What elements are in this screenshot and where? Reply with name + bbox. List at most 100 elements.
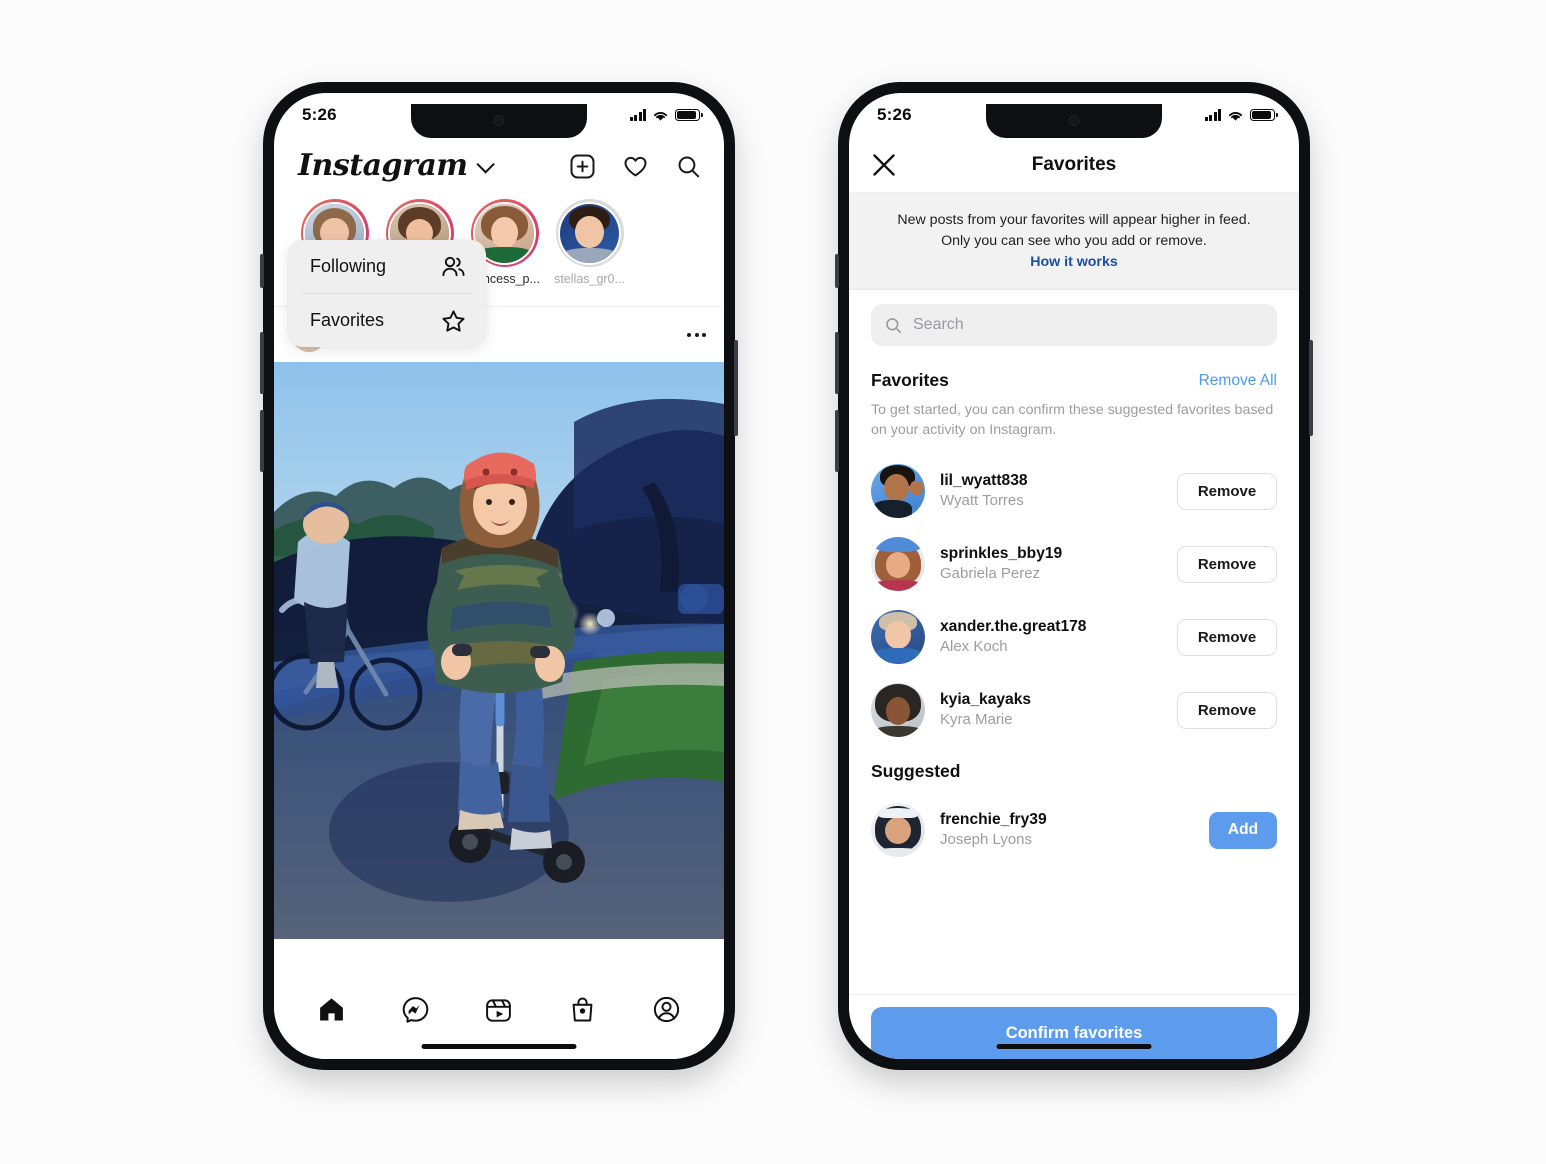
section-title: Favorites: [871, 370, 949, 391]
avatar[interactable]: [871, 464, 925, 518]
list-item-text: frenchie_fry39 Joseph Lyons: [940, 810, 1194, 849]
list-item[interactable]: lil_wyatt838 Wyatt Torres Remove: [849, 455, 1299, 528]
favorites-header: Favorites: [849, 137, 1299, 193]
favorites-section-header: Favorites Remove All: [849, 356, 1299, 391]
favorites-list: lil_wyatt838 Wyatt Torres Remove sprinkl…: [849, 445, 1299, 747]
post-image: [274, 362, 724, 939]
home-indicator: [421, 1043, 577, 1049]
avatar[interactable]: [871, 683, 925, 737]
header-actions: [569, 153, 702, 180]
list-item-text: kyia_kayaks Kyra Marie: [940, 690, 1162, 729]
list-item-text: xander.the.great178 Alex Koch: [940, 617, 1162, 656]
status-indicators: [629, 109, 703, 122]
remove-button[interactable]: Remove: [1177, 472, 1277, 510]
fullname: Wyatt Torres: [940, 492, 1024, 510]
menu-item-following[interactable]: Following: [288, 240, 486, 293]
home-indicator: [996, 1043, 1152, 1049]
list-item[interactable]: kyia_kayaks Kyra Marie Remove: [849, 674, 1299, 747]
list-item-text: sprinkles_bby19 Gabriela Perez: [940, 544, 1162, 583]
search-input[interactable]: Search: [871, 304, 1277, 347]
status-bar: 5:26: [274, 93, 724, 137]
fullname: Gabriela Perez: [940, 565, 1041, 583]
status-bar: 5:26: [849, 93, 1299, 137]
reels-icon[interactable]: [484, 995, 513, 1024]
story-ring: [555, 199, 624, 267]
bottom-tab-bar: [274, 981, 724, 1059]
remove-button[interactable]: Remove: [1177, 545, 1277, 583]
search-placeholder: Search: [913, 316, 964, 334]
username: sprinkles_bby19: [940, 545, 1063, 563]
avatar[interactable]: [871, 537, 925, 591]
feed-switcher-menu: Following Favorites: [288, 240, 486, 347]
search-section: Search: [849, 290, 1299, 356]
username: kyia_kayaks: [940, 691, 1032, 709]
volume-up-button[interactable]: [260, 332, 264, 394]
phone-left-screen: 5:26 Instagram princess_p... stellas_gr0…: [274, 93, 724, 1059]
status-clock: 5:26: [302, 105, 337, 124]
volume-down-button[interactable]: [260, 410, 264, 472]
volume-up-button[interactable]: [835, 332, 839, 394]
avatar: [558, 201, 621, 265]
battery-icon: [1250, 109, 1278, 121]
people-icon: [442, 256, 465, 277]
confirm-favorites-button[interactable]: Confirm favorites: [871, 1007, 1277, 1059]
story-item[interactable]: stellas_gr0...: [547, 199, 632, 286]
close-icon[interactable]: [871, 152, 897, 178]
signal-bars-icon: [1204, 109, 1221, 121]
avatar[interactable]: [871, 610, 925, 664]
remove-all-button[interactable]: Remove All: [1199, 372, 1277, 390]
banner-line-2: Only you can see who you add or remove.: [941, 232, 1207, 249]
messenger-icon[interactable]: [401, 995, 430, 1024]
how-it-works-link[interactable]: How it works: [1030, 254, 1118, 270]
feed-switcher[interactable]: Instagram: [298, 148, 495, 183]
list-item[interactable]: xander.the.great178 Alex Koch Remove: [849, 601, 1299, 674]
status-indicators: [1204, 109, 1278, 122]
chevron-down-icon: [475, 154, 495, 174]
username: frenchie_fry39: [940, 811, 1047, 829]
search-icon[interactable]: [675, 153, 702, 180]
menu-item-favorites[interactable]: Favorites: [288, 294, 486, 347]
list-item[interactable]: sprinkles_bby19 Gabriela Perez Remove: [849, 528, 1299, 601]
instagram-header: Instagram: [274, 137, 724, 195]
phone-right-device: 5:26 Favorites New posts from your favor…: [835, 82, 1313, 1070]
mute-switch[interactable]: [835, 254, 839, 288]
battery-icon: [675, 109, 703, 121]
plus-square-icon[interactable]: [569, 153, 596, 180]
story-label: stellas_gr0...: [554, 272, 625, 286]
search-icon: [886, 317, 902, 333]
remove-button[interactable]: Remove: [1177, 618, 1277, 656]
instagram-wordmark: Instagram: [298, 148, 468, 183]
post-image-art: [274, 362, 724, 939]
phone-right-screen: 5:26 Favorites New posts from your favor…: [849, 93, 1299, 1059]
wifi-icon: [1228, 111, 1243, 121]
add-button[interactable]: Add: [1209, 811, 1277, 849]
status-clock: 5:26: [877, 105, 912, 124]
screenshot-canvas: 5:26 Instagram princess_p... stellas_gr0…: [0, 0, 1546, 1164]
fullname: Joseph Lyons: [940, 831, 1033, 849]
avatar[interactable]: [871, 803, 925, 857]
more-options-icon[interactable]: [687, 332, 706, 337]
volume-down-button[interactable]: [835, 410, 839, 472]
page-title: Favorites: [1031, 153, 1117, 175]
home-icon[interactable]: [317, 995, 346, 1024]
profile-circle-icon[interactable]: [652, 995, 681, 1024]
star-icon: [442, 309, 465, 332]
banner-line-1: New posts from your favorites will appea…: [897, 212, 1251, 228]
shop-bag-icon[interactable]: [568, 995, 597, 1024]
mute-switch[interactable]: [260, 254, 264, 288]
heart-icon[interactable]: [622, 153, 649, 180]
power-button[interactable]: [734, 340, 738, 436]
cta-footer: Confirm favorites: [849, 994, 1299, 1059]
list-item[interactable]: frenchie_fry39 Joseph Lyons Add: [849, 794, 1299, 867]
menu-item-label: Favorites: [310, 310, 385, 330]
remove-button[interactable]: Remove: [1177, 691, 1277, 729]
fullname: Alex Koch: [940, 638, 1008, 656]
list-item-text: lil_wyatt838 Wyatt Torres: [940, 471, 1162, 510]
username: xander.the.great178: [940, 618, 1087, 636]
stories-tray[interactable]: Your Story liam_bean...: [274, 195, 724, 347]
suggested-section-title: Suggested: [871, 760, 961, 781]
fullname: Kyra Marie: [940, 711, 1013, 729]
power-button[interactable]: [1309, 340, 1313, 436]
suggested-list: frenchie_fry39 Joseph Lyons Add: [849, 784, 1299, 867]
phone-left-device: 5:26 Instagram princess_p... stellas_gr0…: [260, 82, 738, 1070]
